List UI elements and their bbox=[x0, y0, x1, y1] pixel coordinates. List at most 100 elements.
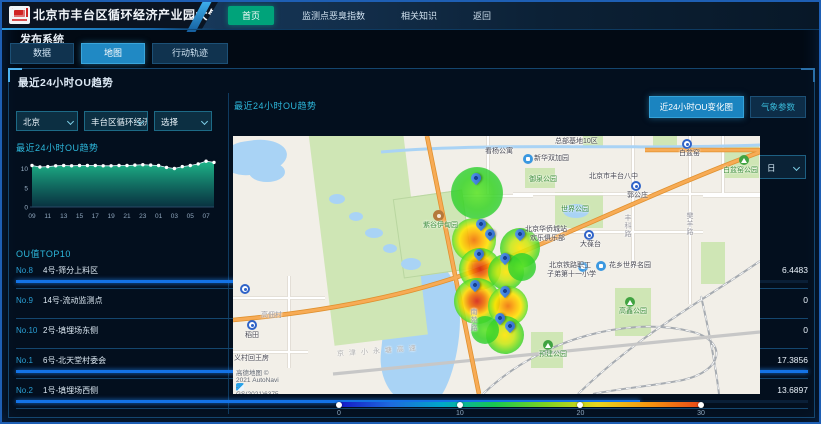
map-label: 御泉公园 bbox=[529, 176, 557, 184]
rank-label: No.1 bbox=[16, 356, 43, 365]
map-label: 樊羊路 bbox=[685, 212, 693, 236]
map-attribution: 高德地图 © 2021 AutoNavi - GS(2021)6375号 bbox=[236, 383, 244, 391]
ou-value: 0 bbox=[803, 295, 808, 305]
svg-text:03: 03 bbox=[171, 213, 179, 220]
tab-2[interactable]: 地图 bbox=[81, 43, 145, 64]
ou-change-chart-button[interactable]: 近24小时OU变化图 bbox=[649, 96, 744, 118]
rank-label: No.10 bbox=[16, 326, 43, 335]
svg-text:23: 23 bbox=[139, 213, 147, 220]
svg-text:17: 17 bbox=[92, 213, 100, 220]
legend-marker bbox=[577, 402, 583, 408]
nav-item-1[interactable]: 首页 bbox=[228, 6, 274, 25]
map-label: 郭公庄 bbox=[627, 192, 648, 200]
header-divider-accent bbox=[2, 28, 217, 30]
svg-text:01: 01 bbox=[155, 213, 163, 220]
svg-text:5: 5 bbox=[24, 185, 28, 192]
map-label: 北京华侨城站 bbox=[525, 226, 567, 234]
chevron-down-icon bbox=[67, 118, 74, 125]
city-dropdown-value: 北京 bbox=[23, 117, 40, 127]
nav-item-4[interactable]: 返回 bbox=[465, 6, 499, 25]
ou-value: 6.4483 bbox=[782, 265, 808, 275]
legend-tick-label: 20 bbox=[577, 410, 585, 417]
metro-map-icon[interactable] bbox=[631, 181, 641, 191]
map-label: 高鑫公园 bbox=[619, 308, 647, 316]
park-map-icon[interactable] bbox=[543, 340, 553, 350]
legend-marker bbox=[698, 402, 704, 408]
weather-params-button[interactable]: 气象参数 bbox=[750, 96, 806, 118]
map-label: 欢乐俱乐部 bbox=[530, 235, 565, 243]
heatmap-legend: 0102030 bbox=[339, 400, 701, 418]
poi-map-icon[interactable] bbox=[523, 154, 533, 164]
chevron-down-icon bbox=[793, 164, 800, 171]
map-attribution-text: 高德地图 © 2021 AutoNavi - GS(2021)6375号 bbox=[236, 367, 279, 395]
map-period-dropdown[interactable]: 日 bbox=[756, 155, 806, 179]
heatmap-blob bbox=[508, 253, 536, 281]
map-label: 世界公园 bbox=[561, 206, 589, 214]
ou-value: 17.3856 bbox=[777, 355, 808, 365]
map-buttons: 近24小时OU变化图 气象参数 bbox=[649, 96, 806, 118]
ou-value: 13.6897 bbox=[777, 385, 808, 395]
top-bar: 北京市丰台区循环经济产业园大气恶臭状况实时 首页监测点恶臭指数相关知识返回 bbox=[2, 2, 819, 29]
panel-title: 最近24小时OU趋势 bbox=[18, 75, 113, 90]
metro-map-icon[interactable] bbox=[240, 284, 250, 294]
park-map-icon[interactable] bbox=[625, 297, 635, 307]
svg-text:10: 10 bbox=[21, 166, 29, 173]
svg-text:21: 21 bbox=[123, 213, 131, 220]
svg-text:15: 15 bbox=[76, 213, 84, 220]
map-label: 丰科路 bbox=[623, 214, 631, 238]
map-canvas[interactable]: 总部基地10区看杨公寓新华双加园御泉公园 北京市丰台八中郭公庄 白盆窑白盆窑公园樊羊… bbox=[233, 136, 760, 394]
nav-item-2[interactable]: 监测点恶臭指数 bbox=[294, 6, 373, 25]
metro-map-icon[interactable] bbox=[584, 230, 594, 240]
map-label: 白盆窑 bbox=[679, 150, 700, 158]
app-logo-icon bbox=[9, 6, 30, 24]
legend-gradient-bar bbox=[339, 402, 701, 407]
rank-label: No.2 bbox=[16, 386, 43, 395]
tab-1[interactable]: 数据 bbox=[10, 43, 74, 64]
map-label: 大葆台 bbox=[580, 241, 601, 249]
park-map-icon[interactable] bbox=[739, 155, 749, 165]
map-period-value: 日 bbox=[767, 163, 776, 173]
main-nav: 首页 监测点恶臭指数 相关知识 返回 bbox=[202, 2, 819, 29]
ou-value: 0 bbox=[803, 325, 808, 335]
rank-label: No.9 bbox=[16, 296, 43, 305]
map-label: 花乡世界名园 bbox=[609, 262, 651, 270]
map-label: 义村回王房 bbox=[234, 355, 269, 363]
svg-text:09: 09 bbox=[28, 213, 36, 220]
city-dropdown[interactable]: 北京 bbox=[16, 111, 78, 131]
view-tabs: 数据地图行动轨迹 bbox=[10, 43, 228, 64]
map-label: 子弟第十一小学 bbox=[547, 271, 596, 279]
metro-map-icon[interactable] bbox=[682, 139, 692, 149]
map-label: 预建公园 bbox=[539, 351, 567, 359]
dashboard-page: 北京市丰台区循环经济产业园大气恶臭状况实时 首页监测点恶臭指数相关知识返回 发布… bbox=[0, 0, 821, 424]
svg-text:0: 0 bbox=[24, 205, 28, 212]
map-label: 北京市丰台八中 bbox=[589, 173, 638, 181]
filter-row: 北京 丰台区循环经济产~ 选择 bbox=[16, 111, 212, 131]
legend-marker bbox=[457, 402, 463, 408]
brown-map-icon[interactable] bbox=[433, 210, 444, 221]
map-label: 新华双加园 bbox=[534, 155, 569, 163]
legend-tick-label: 10 bbox=[456, 410, 464, 417]
svg-text:07: 07 bbox=[202, 213, 210, 220]
metro-map-icon[interactable] bbox=[247, 320, 257, 330]
rank-label: No.8 bbox=[16, 266, 43, 275]
chevron-down-icon bbox=[201, 118, 208, 125]
map-label: 高佃村 bbox=[261, 312, 282, 320]
park-dropdown[interactable]: 丰台区循环经济产~ bbox=[84, 111, 148, 131]
svg-text:19: 19 bbox=[107, 213, 115, 220]
poi-map-icon[interactable] bbox=[596, 261, 606, 271]
map-label: 紫谷伊甸园 bbox=[423, 222, 458, 230]
tab-3[interactable]: 行动轨迹 bbox=[152, 43, 228, 64]
legend-tick-label: 30 bbox=[697, 410, 705, 417]
site-dropdown[interactable]: 选择 bbox=[154, 111, 212, 131]
ou-trend-chart: 0510091113151719212301030507 bbox=[14, 153, 220, 239]
map-label: 总部基地10区 bbox=[555, 138, 598, 146]
nav-item-3[interactable]: 相关知识 bbox=[393, 6, 445, 25]
map-label: 北京铁路职工 bbox=[549, 262, 591, 270]
map-label: 白盆窑公园 bbox=[723, 167, 758, 175]
map-chart-title: 最近24小时OU趋势 bbox=[234, 99, 317, 112]
svg-text:05: 05 bbox=[187, 213, 195, 220]
map-label: 看杨公寓 bbox=[485, 148, 513, 156]
main-panel: 最近24小时OU趋势 北京 丰台区循环经济产~ 选择 最近24小时OU趋势 05… bbox=[8, 68, 815, 418]
map-label: 稻田 bbox=[245, 332, 259, 340]
site-dropdown-value: 选择 bbox=[161, 117, 178, 127]
